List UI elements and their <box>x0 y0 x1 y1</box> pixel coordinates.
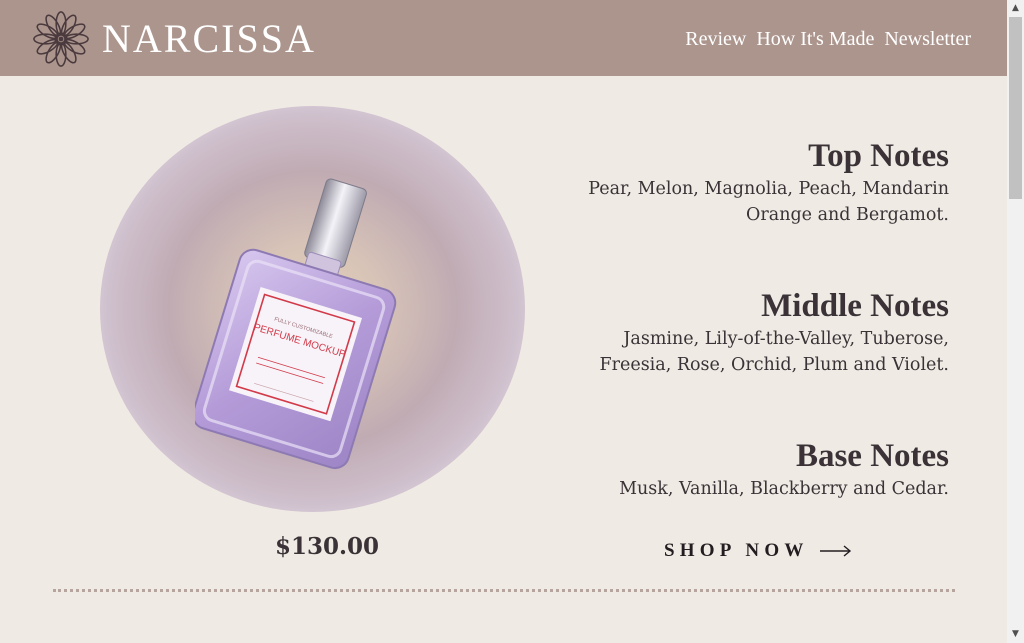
shop-now-label: SHOP NOW <box>664 540 809 561</box>
brand-name[interactable]: NARCISSA <box>102 17 316 61</box>
top-notes-section: Top Notes Pear, Melon, Magnolia, Peach, … <box>549 137 949 228</box>
product-price: $130.00 <box>275 533 380 560</box>
top-notes-title: Top Notes <box>808 138 949 174</box>
nav-review[interactable]: Review <box>685 25 746 53</box>
scroll-up-arrow-icon[interactable]: ▲ <box>1010 1 1021 15</box>
base-notes-title: Base Notes <box>795 438 949 474</box>
main-nav: Review How It's Made Newsletter <box>685 25 971 53</box>
vertical-scrollbar[interactable]: ▲ ▼ <box>1007 0 1024 643</box>
middle-notes-line1: Jasmine, Lily-of-the-Valley, Tuberose, <box>623 329 949 349</box>
scroll-down-arrow-icon[interactable]: ▼ <box>1010 627 1021 641</box>
dotted-divider <box>53 589 955 592</box>
top-notes-line1: Pear, Melon, Magnolia, Peach, Mandarin <box>588 179 949 199</box>
perfume-bottle-image: FULLY CUSTOMIZABLE PERFUME MOCKUP <box>195 178 397 470</box>
middle-notes-text: Jasmine, Lily-of-the-Valley, Tuberose, Fr… <box>549 327 949 378</box>
base-notes-line1: Musk, Vanilla, Blackberry and Cedar. <box>619 479 949 499</box>
nav-newsletter[interactable]: Newsletter <box>884 25 971 53</box>
shop-now-button[interactable]: SHOP NOW <box>664 540 853 562</box>
nav-how-its-made[interactable]: How It's Made <box>756 25 874 53</box>
arrow-right-icon <box>819 545 851 557</box>
site-header: NARCISSA Review How It's Made Newsletter <box>0 0 1007 76</box>
base-notes-section: Base Notes Musk, Vanilla, Blackberry and… <box>549 437 949 503</box>
middle-notes-section: Middle Notes Jasmine, Lily-of-the-Valley… <box>549 287 949 378</box>
scrollbar-thumb[interactable] <box>1009 17 1022 199</box>
top-notes-text: Pear, Melon, Magnolia, Peach, Mandarin Or… <box>549 177 949 228</box>
middle-notes-title: Middle Notes <box>761 288 949 324</box>
top-notes-line2: Orange and Bergamot. <box>746 204 949 225</box>
base-notes-text: Musk, Vanilla, Blackberry and Cedar. <box>549 477 949 503</box>
middle-notes-line2: Freesia, Rose, Orchid, Plum and Violet. <box>599 354 949 375</box>
flower-icon[interactable] <box>32 10 90 68</box>
